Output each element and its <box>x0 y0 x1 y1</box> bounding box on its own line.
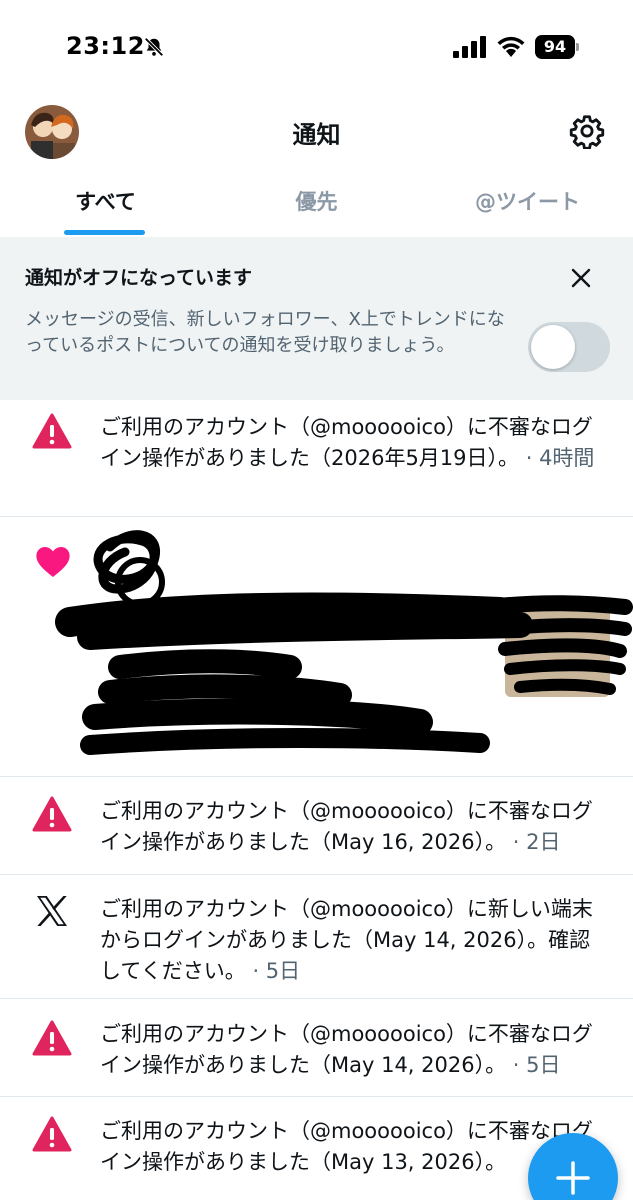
notification-time: · 4時間 <box>525 446 595 470</box>
toggle-knob <box>531 325 575 369</box>
tab-mentions[interactable]: @ツイート <box>422 170 633 237</box>
notification-item[interactable]: ご利用のアカウント（@moooooico）に新しい端末からログインがありました（… <box>0 875 633 999</box>
status-time: 23:12 <box>66 32 145 60</box>
tab-bar: すべて 優先 @ツイート <box>0 170 633 237</box>
plus-icon <box>556 1161 590 1195</box>
tab-all[interactable]: すべて <box>0 170 211 237</box>
notification-text: ご利用のアカウント（@moooooico）に不審なログイン操作がありました（Ma… <box>100 796 610 858</box>
notification-item[interactable]: ご利用のアカウント（@moooooico）に不審なログイン操作がありました（Ma… <box>0 777 633 875</box>
notification-text: ご利用のアカウント（@moooooico）に不審なログイン操作がありました（20… <box>100 412 610 474</box>
battery-level: 94 <box>535 35 575 59</box>
alert-icon <box>32 1116 72 1152</box>
notification-message: ご利用のアカウント（@moooooico）に新しい端末からログインがありました（… <box>100 897 593 983</box>
close-icon[interactable] <box>566 263 596 293</box>
notifications-toggle[interactable] <box>528 322 610 372</box>
alert-icon <box>32 413 72 449</box>
page-title: 通知 <box>292 121 341 149</box>
notification-time: · 5日 <box>512 1053 561 1077</box>
notification-message: ご利用のアカウント（@moooooico）に不審なログイン操作がありました（20… <box>100 415 593 470</box>
notification-item[interactable]: ご利用のアカウント（@moooooico）に不審なログイン操作がありました（Ma… <box>0 999 633 1097</box>
notification-item[interactable]: ご利用のアカウント（@moooooico）に不審なログイン操作がありました（20… <box>0 400 633 517</box>
notifications-off-banner: 通知がオフになっています メッセージの受信、新しいフォロワー、X上でトレンドにな… <box>0 237 633 400</box>
battery-tip <box>576 43 579 51</box>
notification-message: ご利用のアカウント（@moooooico）に不審なログイン操作がありました（Ma… <box>100 1119 593 1174</box>
wifi-icon <box>497 36 525 57</box>
signal-icon <box>453 36 486 58</box>
battery-indicator: 94 <box>535 35 579 59</box>
bell-off-icon <box>144 37 164 57</box>
banner-description: メッセージの受信、新しいフォロワー、X上でトレンドになっているポストについての通… <box>25 309 505 356</box>
notification-text: ご利用のアカウント（@moooooico）に新しい端末からログインがありました（… <box>100 894 610 987</box>
alert-icon <box>32 1020 72 1056</box>
banner-title: 通知がオフになっています <box>25 267 253 289</box>
notification-item-like[interactable] <box>0 517 633 777</box>
status-bar: 23:12 94 <box>0 0 633 95</box>
redacted-scribble <box>55 530 633 755</box>
alert-icon <box>32 796 72 832</box>
x-logo-icon <box>37 896 67 926</box>
tab-priority[interactable]: 優先 <box>211 170 422 237</box>
active-tab-indicator <box>64 230 145 235</box>
header: 通知 <box>0 95 633 170</box>
notification-time: · 5日 <box>252 959 301 983</box>
notification-time: · 2日 <box>512 830 561 854</box>
gear-icon[interactable] <box>569 113 605 149</box>
notification-text: ご利用のアカウント（@moooooico）に不審なログイン操作がありました（Ma… <box>100 1019 610 1081</box>
